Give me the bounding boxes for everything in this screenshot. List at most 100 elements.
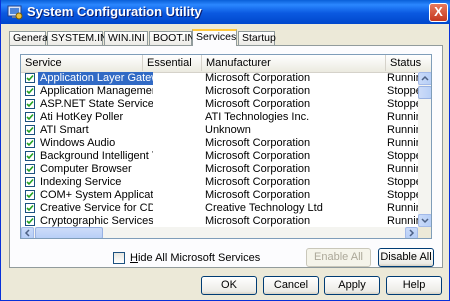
service-cell: ASP.NET State Service: [23, 98, 153, 111]
hide-microsoft-services-checkbox[interactable]: [113, 252, 125, 264]
service-name: Application Layer Gatew...: [38, 72, 153, 85]
service-enabled-checkbox[interactable]: [25, 125, 35, 135]
tab-boot-ini[interactable]: BOOT.INI: [149, 31, 198, 45]
column-header-status[interactable]: Status: [386, 55, 431, 71]
service-name: Ati HotKey Poller: [40, 111, 124, 123]
service-name: ATI Smart: [40, 124, 89, 136]
close-button[interactable]: X: [429, 3, 448, 22]
checkmark-icon: [26, 139, 34, 147]
enable-all-button[interactable]: Enable All: [306, 248, 371, 267]
service-enabled-checkbox[interactable]: [25, 151, 35, 161]
system-config-icon: [7, 5, 23, 20]
table-row[interactable]: Ati HotKey Poller ATI Technologies Inc. Ru…: [21, 111, 423, 124]
system-configuration-window: System Configuration Utility X General S…: [0, 0, 450, 301]
checkmark-icon: [26, 178, 34, 186]
service-enabled-checkbox[interactable]: [25, 190, 35, 200]
horizontal-scroll-thumb[interactable]: [35, 227, 103, 238]
arrow-right-icon: [409, 229, 415, 237]
service-enabled-checkbox[interactable]: [25, 86, 35, 96]
tab-services[interactable]: Services: [192, 29, 237, 46]
manufacturer-cell: Microsoft Corporation: [205, 98, 311, 110]
scrollbar-corner: [418, 227, 431, 238]
service-enabled-checkbox[interactable]: [25, 164, 35, 174]
service-cell: Ati HotKey Poller: [23, 111, 153, 124]
scroll-up-button[interactable]: [418, 72, 431, 85]
service-name: Creative Service for CD...: [40, 202, 153, 214]
service-cell: Windows Audio: [23, 137, 153, 150]
tab-system-ini[interactable]: SYSTEM.INI: [47, 31, 111, 45]
service-name: ASP.NET State Service: [40, 98, 153, 110]
service-name: Background Intelligent T...: [40, 150, 153, 162]
checkmark-icon: [26, 191, 34, 199]
window-title: System Configuration Utility: [27, 4, 202, 19]
checkmark-icon: [26, 152, 34, 160]
checkmark-icon: [26, 126, 34, 134]
checkmark-icon: [26, 100, 34, 108]
manufacturer-cell: Microsoft Corporation: [205, 137, 311, 149]
checkmark-icon: [26, 74, 34, 82]
vertical-scroll-thumb[interactable]: [418, 86, 431, 99]
table-row[interactable]: Background Intelligent T... Microsoft Cor…: [21, 150, 423, 163]
service-enabled-checkbox[interactable]: [25, 203, 35, 213]
scroll-right-button[interactable]: [405, 227, 418, 238]
hide-microsoft-services-label: Hide All Microsoft Services: [130, 252, 261, 264]
service-cell: COM+ System Application: [23, 189, 153, 202]
manufacturer-cell: Microsoft Corporation: [205, 85, 311, 97]
cancel-button[interactable]: Cancel: [263, 276, 319, 295]
services-panel: Service Essential Manufacturer Status Ap…: [9, 45, 443, 268]
table-row[interactable]: COM+ System Application Microsoft Corpora…: [21, 189, 423, 202]
service-enabled-checkbox[interactable]: [25, 99, 35, 109]
arrow-down-icon: [421, 218, 429, 224]
service-cell: Background Intelligent T...: [23, 150, 153, 163]
horizontal-scrollbar[interactable]: [21, 227, 418, 238]
apply-button[interactable]: Apply: [324, 276, 380, 295]
checkmark-icon: [26, 87, 34, 95]
service-cell: Application Management: [23, 85, 153, 98]
column-header-service[interactable]: Service: [21, 55, 143, 71]
service-cell: Application Layer Gatew...: [23, 72, 153, 85]
table-row[interactable]: Windows AudioMicrosoft CorporationRunnin…: [21, 137, 423, 150]
manufacturer-cell: Creative Technology Ltd: [205, 202, 323, 214]
ok-button[interactable]: OK: [201, 276, 257, 295]
scroll-down-button[interactable]: [418, 214, 431, 227]
scroll-left-button[interactable]: [21, 227, 34, 238]
column-header-manufacturer[interactable]: Manufacturer: [202, 55, 386, 71]
manufacturer-cell: Microsoft Corporation: [205, 189, 311, 201]
service-enabled-checkbox[interactable]: [25, 112, 35, 122]
checkmark-icon: [26, 217, 34, 225]
disable-all-button[interactable]: Disable All: [378, 248, 434, 267]
services-list[interactable]: Service Essential Manufacturer Status Ap…: [20, 54, 432, 239]
close-icon: X: [434, 4, 443, 19]
service-cell: ATI Smart: [23, 124, 153, 137]
manufacturer-cell: Unknown: [205, 124, 251, 136]
service-cell: Creative Service for CD...: [23, 202, 153, 215]
tab-win-ini[interactable]: WIN.INI: [104, 31, 148, 45]
table-row[interactable]: Application Layer Gatew... Microsoft Corp…: [21, 72, 423, 85]
tab-general[interactable]: General: [9, 31, 50, 45]
title-bar[interactable]: System Configuration Utility X: [1, 0, 450, 24]
vertical-scrollbar[interactable]: [418, 72, 431, 227]
table-row[interactable]: ATI SmartUnknownRunning: [21, 124, 423, 137]
arrow-up-icon: [421, 75, 429, 81]
service-enabled-checkbox[interactable]: [25, 177, 35, 187]
service-rows: Application Layer Gatew... Microsoft Corp…: [21, 72, 423, 228]
service-enabled-checkbox[interactable]: [25, 138, 35, 148]
service-name: Computer Browser: [40, 163, 132, 175]
service-name: Application Management: [40, 85, 153, 97]
checkmark-icon: [26, 113, 34, 121]
manufacturer-cell: Microsoft Corporation: [205, 163, 311, 175]
table-row[interactable]: ASP.NET State Service Microsoft Corporati…: [21, 98, 423, 111]
column-header-essential[interactable]: Essential: [143, 55, 202, 71]
table-row[interactable]: Computer Browser Microsoft Corporation Run…: [21, 163, 423, 176]
checkmark-icon: [26, 165, 34, 173]
tab-startup[interactable]: Startup: [238, 31, 276, 45]
manufacturer-cell: ATI Technologies Inc.: [205, 111, 310, 123]
help-button[interactable]: Help: [386, 276, 442, 295]
service-enabled-checkbox[interactable]: [25, 73, 35, 83]
manufacturer-cell: Microsoft Corporation: [205, 176, 311, 188]
table-row[interactable]: Creative Service for CD... Creative Techn…: [21, 202, 423, 215]
table-row[interactable]: Indexing Service Microsoft Corporation Sto…: [21, 176, 423, 189]
service-enabled-checkbox[interactable]: [25, 216, 35, 226]
service-name: COM+ System Application: [40, 189, 153, 201]
table-row[interactable]: Application Management Microsoft Corporat…: [21, 85, 423, 98]
